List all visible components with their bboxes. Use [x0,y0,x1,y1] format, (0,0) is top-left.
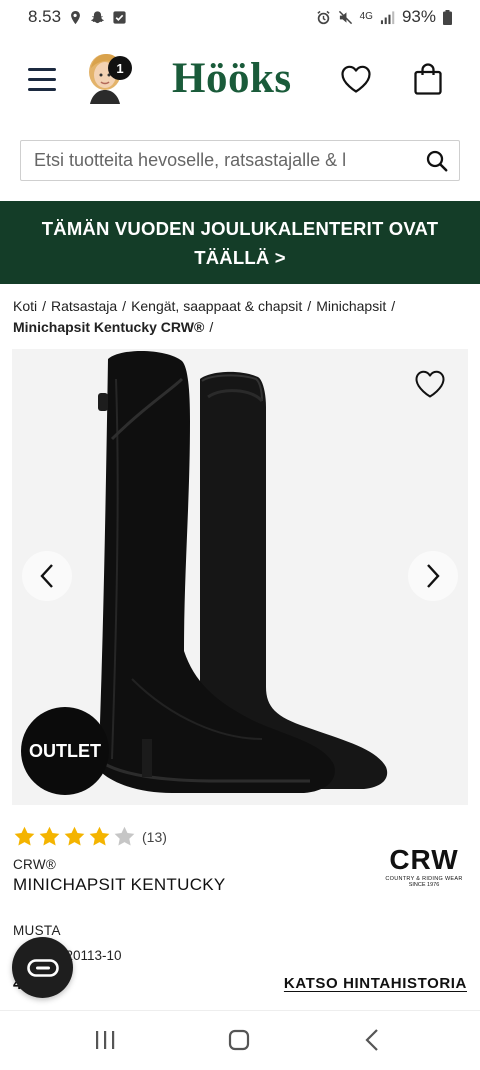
menu-icon-bar [28,78,56,81]
product-sku-value: 20113-10 [65,948,122,963]
breadcrumb-link-home[interactable]: Koti [13,298,37,314]
search-input[interactable] [21,141,415,180]
search-bar [20,140,460,181]
cart-count-badge: 1 [108,56,132,80]
status-bar: 8.53 4G 93% [0,0,480,34]
status-bar-left: 8.53 [28,7,127,27]
mute-icon [338,10,352,24]
brand-logo-since: SINCE 1976 [408,882,440,888]
star-filled-icon [14,826,35,846]
status-bar-right: 4G 93% [316,7,452,27]
menu-icon [28,68,56,71]
home-button[interactable] [224,1027,254,1053]
promo-banner-text: TÄMÄN VUODEN JOULUKALENTERIT OVAT TÄÄLLÄ… [41,217,439,268]
network-type: 4G [359,11,373,22]
clock: 8.53 [28,7,62,26]
back-button[interactable] [358,1027,388,1053]
search-button[interactable] [415,141,459,180]
breadcrumb-separator: / [307,298,312,314]
chevron-right-icon [427,564,440,588]
alarm-icon [317,10,330,24]
recent-apps-button[interactable] [90,1027,120,1053]
menu-button[interactable] [28,68,56,92]
system-navigation-bar [0,1010,480,1070]
battery-icon [443,9,452,25]
snapchat-icon [91,10,104,23]
price-history-link[interactable]: KATSO HINTAHISTORIA [284,975,467,992]
product-rating[interactable]: (13) [13,825,167,848]
menu-icon-bar [28,88,56,91]
battery-percent: 93% [401,7,436,26]
outlet-badge: OUTLET [21,707,109,795]
breadcrumb-link-minichaps[interactable]: Minichapsit [316,298,386,314]
breadcrumb-link-rider[interactable]: Ratsastaja [51,298,117,314]
location-icon [71,10,80,24]
site-header: 1 Hööks [0,34,480,126]
product-brand: CRW® [13,857,57,872]
hooks-logo[interactable]: Hööks [172,54,292,103]
brand-logo-mark: CRW [389,844,459,875]
star-empty-icon [114,826,135,846]
add-to-wishlist-heart-icon[interactable] [414,369,446,399]
product-name: MINICHAPSIT KENTUCKY [13,875,226,894]
search-icon [426,150,448,171]
breadcrumb-separator: / [209,319,214,335]
chevron-left-icon [40,564,53,588]
breadcrumb-separator: / [42,298,47,314]
gallery-previous-button[interactable] [22,551,72,601]
wishlist-heart-icon[interactable] [340,64,372,94]
star-filled-icon [39,826,60,846]
breadcrumb: Koti / Ratsastaja / Kengät, saappaat & chaps… [13,296,473,338]
gallery-next-button[interactable] [408,551,458,601]
crw-brand-logo[interactable]: CRW COUNTRY & RIDING WEAR SINCE 1976 [384,846,464,894]
promo-banner[interactable]: TÄMÄN VUODEN JOULUKALENTERIT OVAT TÄÄLLÄ… [0,201,480,284]
chat-button[interactable] [12,937,73,998]
chat-icon [26,958,59,977]
product-color: MUSTA [13,923,61,938]
signal-icon [380,10,395,24]
breadcrumb-current: Minichapsit Kentucky CRW® [13,319,205,335]
product-image-gallery[interactable]: OUTLET [12,349,468,805]
breadcrumb-link-footwear[interactable]: Kengät, saappaat & chapsit [131,298,302,314]
breadcrumb-separator: / [391,298,396,314]
review-count: (13) [142,828,167,845]
star-filled-icon [89,826,110,846]
shopping-bag-icon[interactable] [413,62,443,96]
star-filled-icon [64,826,85,846]
breadcrumb-separator: / [122,298,127,314]
message-check-icon [113,10,126,24]
